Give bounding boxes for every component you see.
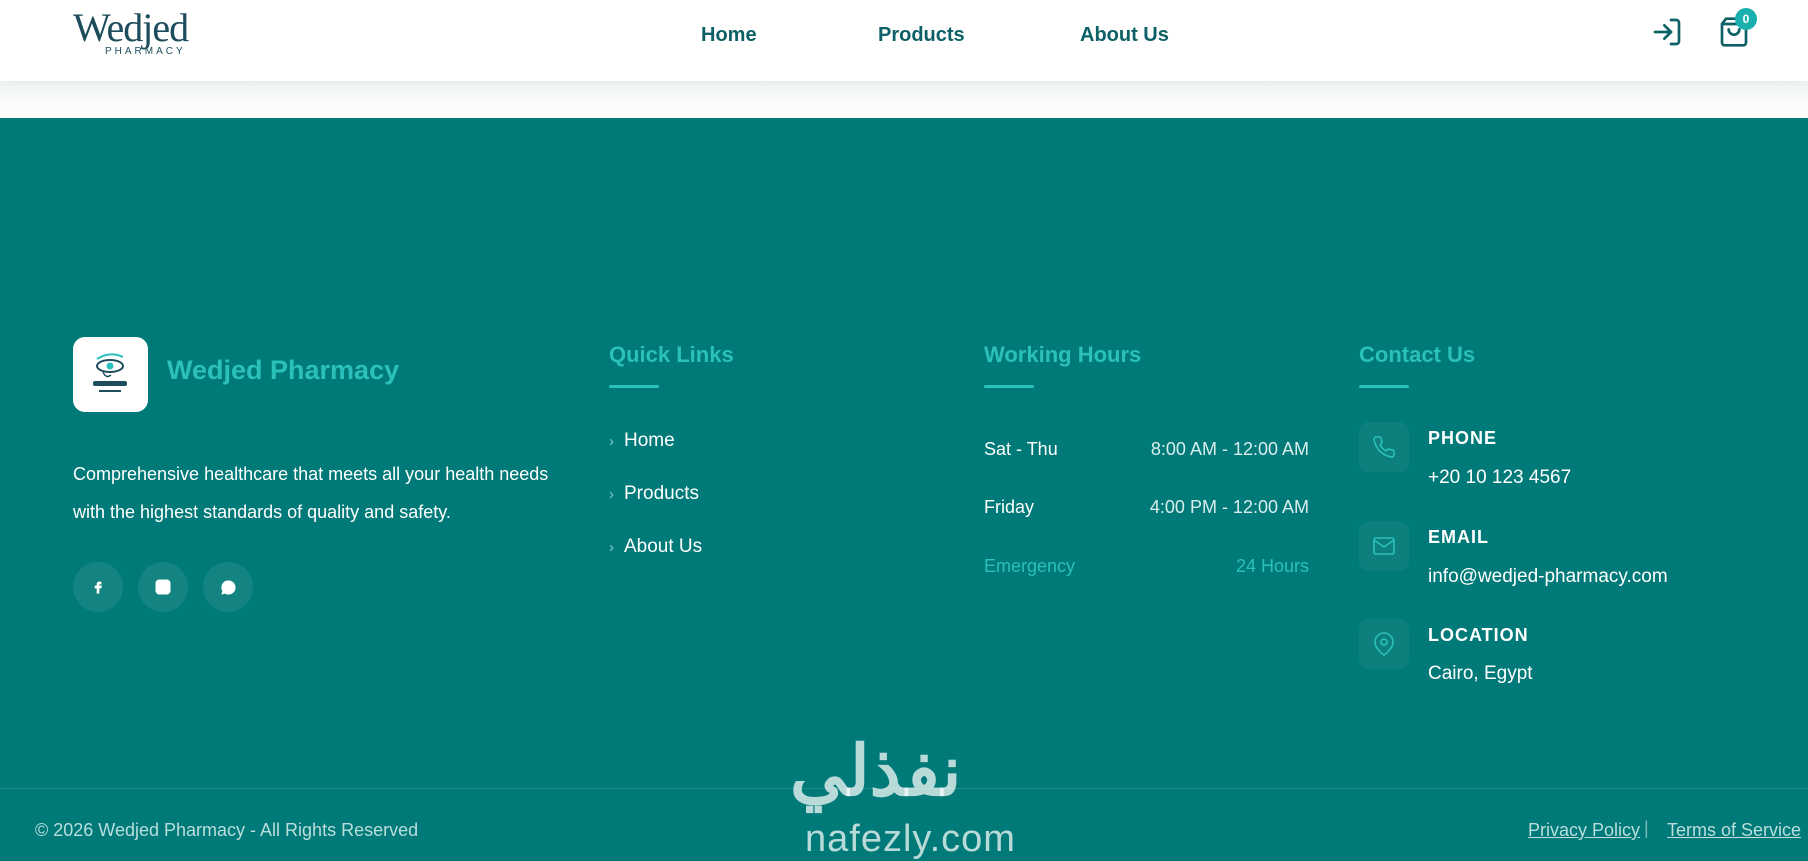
legal-separator: | — [1644, 818, 1649, 838]
whatsapp-icon[interactable] — [203, 562, 253, 612]
hours-day: Sat - Thu — [984, 439, 1058, 459]
email-icon — [1359, 521, 1409, 571]
contact-us-title: Contact Us — [1359, 342, 1476, 367]
login-icon[interactable] — [1651, 16, 1683, 48]
contact-phone-value[interactable]: +20 10 123 4567 — [1428, 467, 1571, 489]
footer-link-home[interactable]: › Home — [609, 430, 675, 452]
working-hours-title: Working Hours — [984, 342, 1142, 367]
nav-about-us[interactable]: About Us — [1080, 22, 1169, 48]
hours-day-emergency: Emergency — [984, 556, 1076, 576]
hours-time-emergency: 24 Hours — [1235, 556, 1309, 576]
site-logo[interactable]: Wedjed PHARMACY — [73, 8, 218, 60]
footer-link-label: About Us — [624, 536, 703, 557]
hours-time: 8:00 AM - 12:00 AM — [1150, 439, 1309, 459]
footer-link-label: Home — [624, 430, 675, 451]
footer-link-about-us[interactable]: › About Us — [609, 536, 702, 558]
contact-label: EMAIL — [1428, 527, 1489, 547]
brand-name: Wedjed Pharmacy — [167, 355, 400, 385]
footer-link-label: Products — [624, 483, 699, 504]
hours-day: Friday — [984, 497, 1035, 517]
terms-of-service-link[interactable]: Terms of Service — [1667, 820, 1801, 841]
hours-time: 4:00 PM - 12:00 AM — [1149, 497, 1309, 517]
nav-home[interactable]: Home — [701, 22, 757, 48]
contact-us-underline — [1359, 385, 1409, 388]
contact-email-value[interactable]: info@wedjed-pharmacy.com — [1428, 566, 1668, 588]
site-header: Wedjed PHARMACY Home Products About Us 0 — [0, 0, 1808, 81]
quick-links-title: Quick Links — [609, 342, 734, 367]
chevron-right-icon: › — [609, 539, 614, 556]
facebook-icon[interactable] — [73, 562, 123, 612]
contact-label: LOCATION — [1428, 625, 1529, 645]
watermark-arabic: نفذلي — [790, 732, 962, 810]
quick-links-underline — [609, 385, 659, 388]
copyright-text: © 2026 Wedjed Pharmacy - All Rights Rese… — [35, 820, 419, 840]
brand-logo — [73, 337, 148, 412]
privacy-policy-link[interactable]: Privacy Policy — [1528, 820, 1640, 841]
location-icon — [1359, 619, 1409, 669]
phone-icon — [1359, 422, 1409, 472]
header-strip — [0, 81, 1808, 118]
watermark-latin: nafezly.com — [805, 818, 1016, 860]
brand-description: Comprehensive healthcare that meets all … — [73, 464, 549, 522]
chevron-right-icon: › — [609, 433, 614, 450]
instagram-icon[interactable] — [138, 562, 188, 612]
logo-subtitle: PHARMACY — [105, 46, 186, 57]
nav-products[interactable]: Products — [878, 22, 965, 48]
footer-link-products[interactable]: › Products — [609, 483, 699, 505]
contact-label: PHONE — [1428, 428, 1498, 448]
working-hours-underline — [984, 385, 1034, 388]
logo-wordmark: Wedjed — [73, 5, 189, 50]
contact-location-value: Cairo, Egypt — [1428, 663, 1533, 684]
chevron-right-icon: › — [609, 486, 614, 503]
cart-count-badge: 0 — [1735, 8, 1757, 30]
